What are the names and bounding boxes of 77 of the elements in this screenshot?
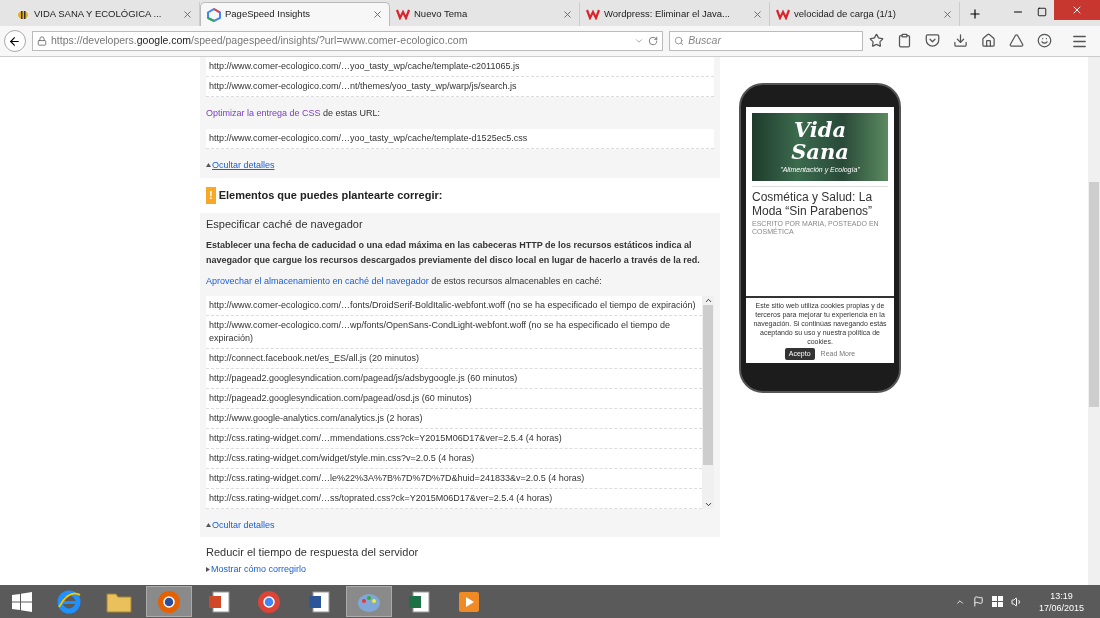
collapse-triangle-icon [206, 523, 211, 528]
speaker-icon[interactable] [1010, 595, 1023, 608]
rule-title: Reducir el tiempo de respuesta del servidor [206, 545, 420, 560]
url-row: http://www.comer-ecologico.com/…nt/themes/yoo_tasty_wp/warp/js/search.js [206, 77, 714, 97]
url-row: http://css.rating-widget.com/…ss/toprated.css?ck=Y2015M06D17&ver=2.5.4 (4 horas) [206, 488, 702, 509]
address-url: https://developers.google.com/speed/pagespeed/insights/?url=www.comer-ecologico.com [50, 33, 469, 49]
pocket-icon[interactable] [925, 32, 940, 48]
address-bar[interactable]: https://developers.google.com/speed/pagespeed/insights/?url=www.comer-ecologico.com [31, 31, 664, 51]
document-icon [407, 589, 431, 614]
scrollbar-thumb[interactable] [1089, 182, 1099, 407]
url-row: http://www.google-analytics.com/analytics.js (2 horas) [206, 408, 702, 429]
close-icon[interactable] [562, 8, 573, 20]
expand-triangle-icon [206, 566, 210, 572]
search-icon [674, 36, 685, 46]
flag-icon[interactable] [972, 596, 984, 607]
show-fix-link[interactable]: Mostrar cómo corregirlo [211, 562, 307, 576]
banner-title: Vida [793, 118, 847, 141]
chat-icon[interactable] [1037, 32, 1052, 48]
clipboard-icon[interactable] [897, 32, 912, 48]
scrollbar-thumb[interactable] [703, 304, 713, 465]
collapse-triangle-icon [206, 163, 211, 168]
close-icon[interactable] [942, 8, 953, 20]
hide-details-link[interactable]: Ocultar detalles [212, 518, 275, 532]
url-row: http://css.rating-widget.com/…mmendations.css?ck=Y2015M06D17&ver=2.5.4 (4 horas) [206, 428, 702, 449]
page-scrollbar[interactable] [1088, 57, 1100, 585]
hide-details-link[interactable]: Ocultar detalles [212, 158, 275, 172]
rule-title: Especificar caché de navegador [206, 216, 364, 232]
w-logo-icon [776, 8, 790, 20]
close-icon [1071, 4, 1083, 16]
search-field[interactable]: Buscar [669, 31, 863, 51]
scrollbar[interactable] [702, 295, 714, 509]
url-row: http://connect.facebook.net/es_ES/all.js (20 minutos) [206, 348, 702, 369]
document-icon [307, 589, 331, 614]
url-row: http://www.comer-ecologico.com/…fonts/DroidSerif-BoldItalic-webfont.woff (no se ha especificado el tiempo de expiración) [206, 295, 702, 316]
lock-icon [36, 36, 47, 46]
bookmark-star-icon[interactable] [869, 32, 884, 48]
close-icon[interactable] [752, 8, 763, 20]
document-icon [207, 589, 231, 614]
back-button[interactable] [4, 30, 26, 52]
browser-tab[interactable]: PageSpeed Insights [200, 2, 390, 26]
url-row: http://pagead2.googlesyndication.com/pagead/js/adsbygoogle.js (60 minutos) [206, 368, 702, 389]
w-logo-icon [396, 8, 410, 20]
browser-cache-link[interactable]: Aprovechar el almacenamiento en caché del navegador [206, 276, 429, 286]
search-input[interactable]: Buscar [688, 33, 858, 49]
home-icon[interactable] [981, 32, 996, 48]
cache-intro-text: Aprovechar el almacenamiento en caché del navegador de estos recursos almacenables en caché: [206, 275, 603, 288]
firefox-icon [156, 588, 182, 615]
close-icon[interactable] [182, 8, 193, 20]
post-title: Cosmética y Salud: La Moda “Sin Parabenos” [752, 186, 888, 218]
pagespeed-icon [207, 7, 221, 22]
network-icon[interactable] [991, 596, 1003, 607]
reload-icon[interactable] [648, 36, 659, 46]
folder-icon [106, 590, 132, 613]
url-row: http://www.comer-ecologico.com/…yoo_tasty_wp/cache/template-d1525ec5.css [206, 128, 714, 149]
rule-description: Establecer una fecha de caducidad o una edad máxima en las cabeceras HTTP de los recursos estáticos indica al navegador que cargue los recursos descargados previamente del disco local en lugar de hacerlo a través de la red. [206, 239, 701, 267]
download-icon[interactable] [953, 32, 968, 48]
w-logo-icon [586, 8, 600, 20]
url-row: http://www.comer-ecologico.com/…yoo_tasty_wp/cache/template-c2011065.js [206, 57, 714, 77]
url-row: http://pagead2.googlesyndication.com/pagead/osd.js (60 minutos) [206, 388, 702, 409]
play-icon [457, 589, 481, 614]
optimize-css-link[interactable]: Optimizar la entrega de CSS [206, 108, 321, 118]
browser-e-icon [56, 588, 82, 615]
close-icon[interactable] [372, 9, 383, 20]
clock[interactable]: 13:19 17/06/2015 [1038, 589, 1084, 614]
url-row: http://css.rating-widget.com/widget/style.min.css?v=2.0.5 (4 horas) [206, 448, 702, 469]
back-arrow-icon [8, 34, 22, 48]
restore-icon[interactable] [1037, 7, 1047, 17]
section-heading: Elementos que puedes plantearte corregir: [218, 188, 443, 203]
css-intro-text: Optimizar la entrega de CSS de estas URL: [206, 107, 382, 120]
triangle-icon[interactable] [1009, 32, 1024, 48]
warning-badge: ! [206, 187, 216, 204]
banner-title: Sana [791, 140, 849, 163]
new-tab-icon[interactable] [968, 7, 982, 21]
windows-logo-icon[interactable] [12, 591, 32, 612]
chrome-icon [256, 588, 282, 615]
url-row: http://css.rating-widget.com/…le%22%3A%7B%7D%7D%7D&huid=241833&v=2.0.5 (4 horas) [206, 468, 702, 489]
taskbar-app-button[interactable] [146, 586, 192, 617]
